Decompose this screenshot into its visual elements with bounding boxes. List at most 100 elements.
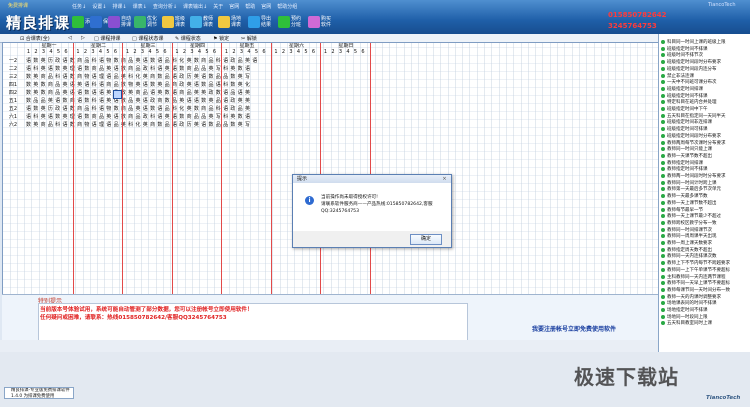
schedule-cell[interactable]: 数 (25, 121, 32, 129)
schedule-cell[interactable]: 商 (149, 121, 156, 129)
constraint-item[interactable]: 教师同一上下午单课节不要超标 (661, 267, 730, 273)
schedule-cell[interactable]: 英 (142, 121, 149, 129)
constraint-item[interactable]: 教师指定周天数不超出 (661, 247, 712, 253)
schedule-cell[interactable]: 化 (135, 73, 142, 81)
constraint-item[interactable]: 班级指定时间不排课 (661, 93, 708, 99)
schedule-cell[interactable]: 数 (120, 81, 127, 89)
schedule-cell[interactable]: 语 (142, 97, 149, 105)
schedule-cell[interactable]: 科 (149, 65, 156, 73)
schedule-cell[interactable]: 政 (229, 57, 236, 65)
schedule-cell[interactable]: 英 (186, 57, 193, 65)
constraint-item[interactable]: 教师跨校区教学分布一致 (661, 220, 717, 226)
menu-item[interactable]: 课表输出↓ (183, 3, 207, 10)
schedule-cell[interactable]: 语 (98, 89, 105, 97)
subtoolbar-item[interactable]: □ 课程排课 (94, 35, 120, 42)
schedule-cell[interactable]: 商 (186, 113, 193, 121)
toolbar-button[interactable]: 导出结果 (248, 13, 275, 31)
schedule-cell[interactable]: 品 (40, 97, 47, 105)
schedule-cell[interactable]: 政 (229, 105, 236, 113)
selected-cell[interactable] (113, 90, 122, 99)
schedule-cell[interactable]: 英 (193, 121, 200, 129)
schedule-cell[interactable]: 英 (237, 121, 244, 129)
schedule-cell[interactable]: 数 (120, 65, 127, 73)
menu-item[interactable]: 课表↓ (133, 3, 147, 10)
constraint-item[interactable]: 班级指定时间中下午 (661, 106, 708, 112)
schedule-cell[interactable]: 语 (25, 57, 32, 65)
schedule-cell[interactable]: 商 (91, 113, 98, 121)
schedule-cell[interactable]: 数 (113, 57, 120, 65)
schedule-cell[interactable]: 数 (164, 97, 171, 105)
menu-item[interactable]: 查询分析↓ (153, 3, 177, 10)
schedule-cell[interactable]: 商 (149, 73, 156, 81)
schedule-cell[interactable]: 数 (237, 113, 244, 121)
schedule-cell[interactable]: 商 (178, 89, 185, 97)
schedule-cell[interactable]: 英 (105, 65, 112, 73)
schedule-cell[interactable]: 语 (156, 105, 163, 113)
schedule-cell[interactable]: 语 (91, 121, 98, 129)
schedule-cell[interactable]: 英 (200, 89, 207, 97)
schedule-cell[interactable]: 品 (83, 105, 90, 113)
schedule-cell[interactable]: 语 (76, 89, 83, 97)
schedule-cell[interactable]: 化 (178, 105, 185, 113)
constraint-item[interactable]: 特定科目在班内合并处理 (661, 99, 717, 105)
schedule-cell[interactable]: 商 (91, 65, 98, 73)
schedule-cell[interactable]: 品 (164, 105, 171, 113)
toolbar-button[interactable]: 优化调节 (134, 13, 161, 31)
schedule-cell[interactable]: 物 (83, 121, 90, 129)
schedule-cell[interactable]: 品 (229, 89, 236, 97)
schedule-cell[interactable]: 英 (32, 121, 39, 129)
schedule-cell[interactable]: 品 (47, 73, 54, 81)
schedule-cell[interactable]: 数 (25, 73, 32, 81)
schedule-cell[interactable]: 语 (113, 65, 120, 73)
schedule-cell[interactable]: 语 (200, 73, 207, 81)
toolbar-button[interactable]: 教师课表 (190, 13, 217, 31)
schedule-cell[interactable]: 品 (200, 113, 207, 121)
schedule-cell[interactable]: 语 (222, 57, 229, 65)
schedule-cell[interactable]: 商 (127, 113, 134, 121)
schedule-cell[interactable]: 语 (156, 65, 163, 73)
menu-item[interactable]: 排课↓ (112, 3, 126, 10)
schedule-cell[interactable]: 语 (62, 57, 69, 65)
constraint-item[interactable]: 教师一天课节数不超出 (661, 153, 712, 159)
schedule-cell[interactable]: 语 (244, 65, 251, 73)
menu-item[interactable]: 帮助分组 (277, 3, 297, 10)
schedule-cell[interactable]: 科 (91, 81, 98, 89)
schedule-cell[interactable]: 语 (25, 105, 32, 113)
schedule-cell[interactable]: 英 (237, 97, 244, 105)
schedule-cell[interactable]: 英 (244, 97, 251, 105)
schedule-cell[interactable]: 语 (113, 113, 120, 121)
schedule-cell[interactable]: 英 (135, 97, 142, 105)
schedule-cell[interactable]: 英 (164, 65, 171, 73)
schedule-cell[interactable]: 英 (47, 97, 54, 105)
schedule-cell[interactable]: 语 (105, 73, 112, 81)
constraint-item[interactable]: 教师指定时间排课 (661, 160, 703, 166)
schedule-cell[interactable]: 政 (142, 65, 149, 73)
schedule-cell[interactable]: 英 (244, 89, 251, 97)
schedule-cell[interactable]: 英 (229, 113, 236, 121)
schedule-cell[interactable]: 政 (54, 57, 61, 65)
schedule-cell[interactable]: 商 (76, 57, 83, 65)
schedule-cell[interactable]: 数 (178, 113, 185, 121)
schedule-cell[interactable]: 化 (244, 81, 251, 89)
schedule-cell[interactable]: 商 (76, 121, 83, 129)
schedule-cell[interactable]: 政 (54, 105, 61, 113)
constraint-item[interactable]: 禁止非法连课 (661, 73, 694, 79)
schedule-cell[interactable]: 数 (208, 121, 215, 129)
schedule-cell[interactable]: 品 (127, 105, 134, 113)
schedule-cell[interactable]: 英 (62, 113, 69, 121)
schedule-cell[interactable]: 英 (40, 105, 47, 113)
schedule-cell[interactable]: 英 (76, 81, 83, 89)
schedule-cell[interactable]: 语 (142, 105, 149, 113)
schedule-cell[interactable]: 英 (244, 105, 251, 113)
schedule-cell[interactable]: 政 (178, 121, 185, 129)
ok-button[interactable]: 确定 (410, 234, 442, 245)
schedule-cell[interactable]: 科 (222, 81, 229, 89)
schedule-cell[interactable]: 科 (32, 113, 39, 121)
subtoolbar-item[interactable]: □ 课程状态课 (132, 35, 163, 42)
schedule-cell[interactable]: 品 (200, 65, 207, 73)
schedule-cell[interactable]: 语 (47, 113, 54, 121)
schedule-cell[interactable]: 科 (32, 65, 39, 73)
schedule-cell[interactable]: 商 (186, 65, 193, 73)
constraint-item[interactable]: 教师一周上课天数要求 (661, 240, 712, 246)
schedule-cell[interactable]: 品 (164, 73, 171, 81)
